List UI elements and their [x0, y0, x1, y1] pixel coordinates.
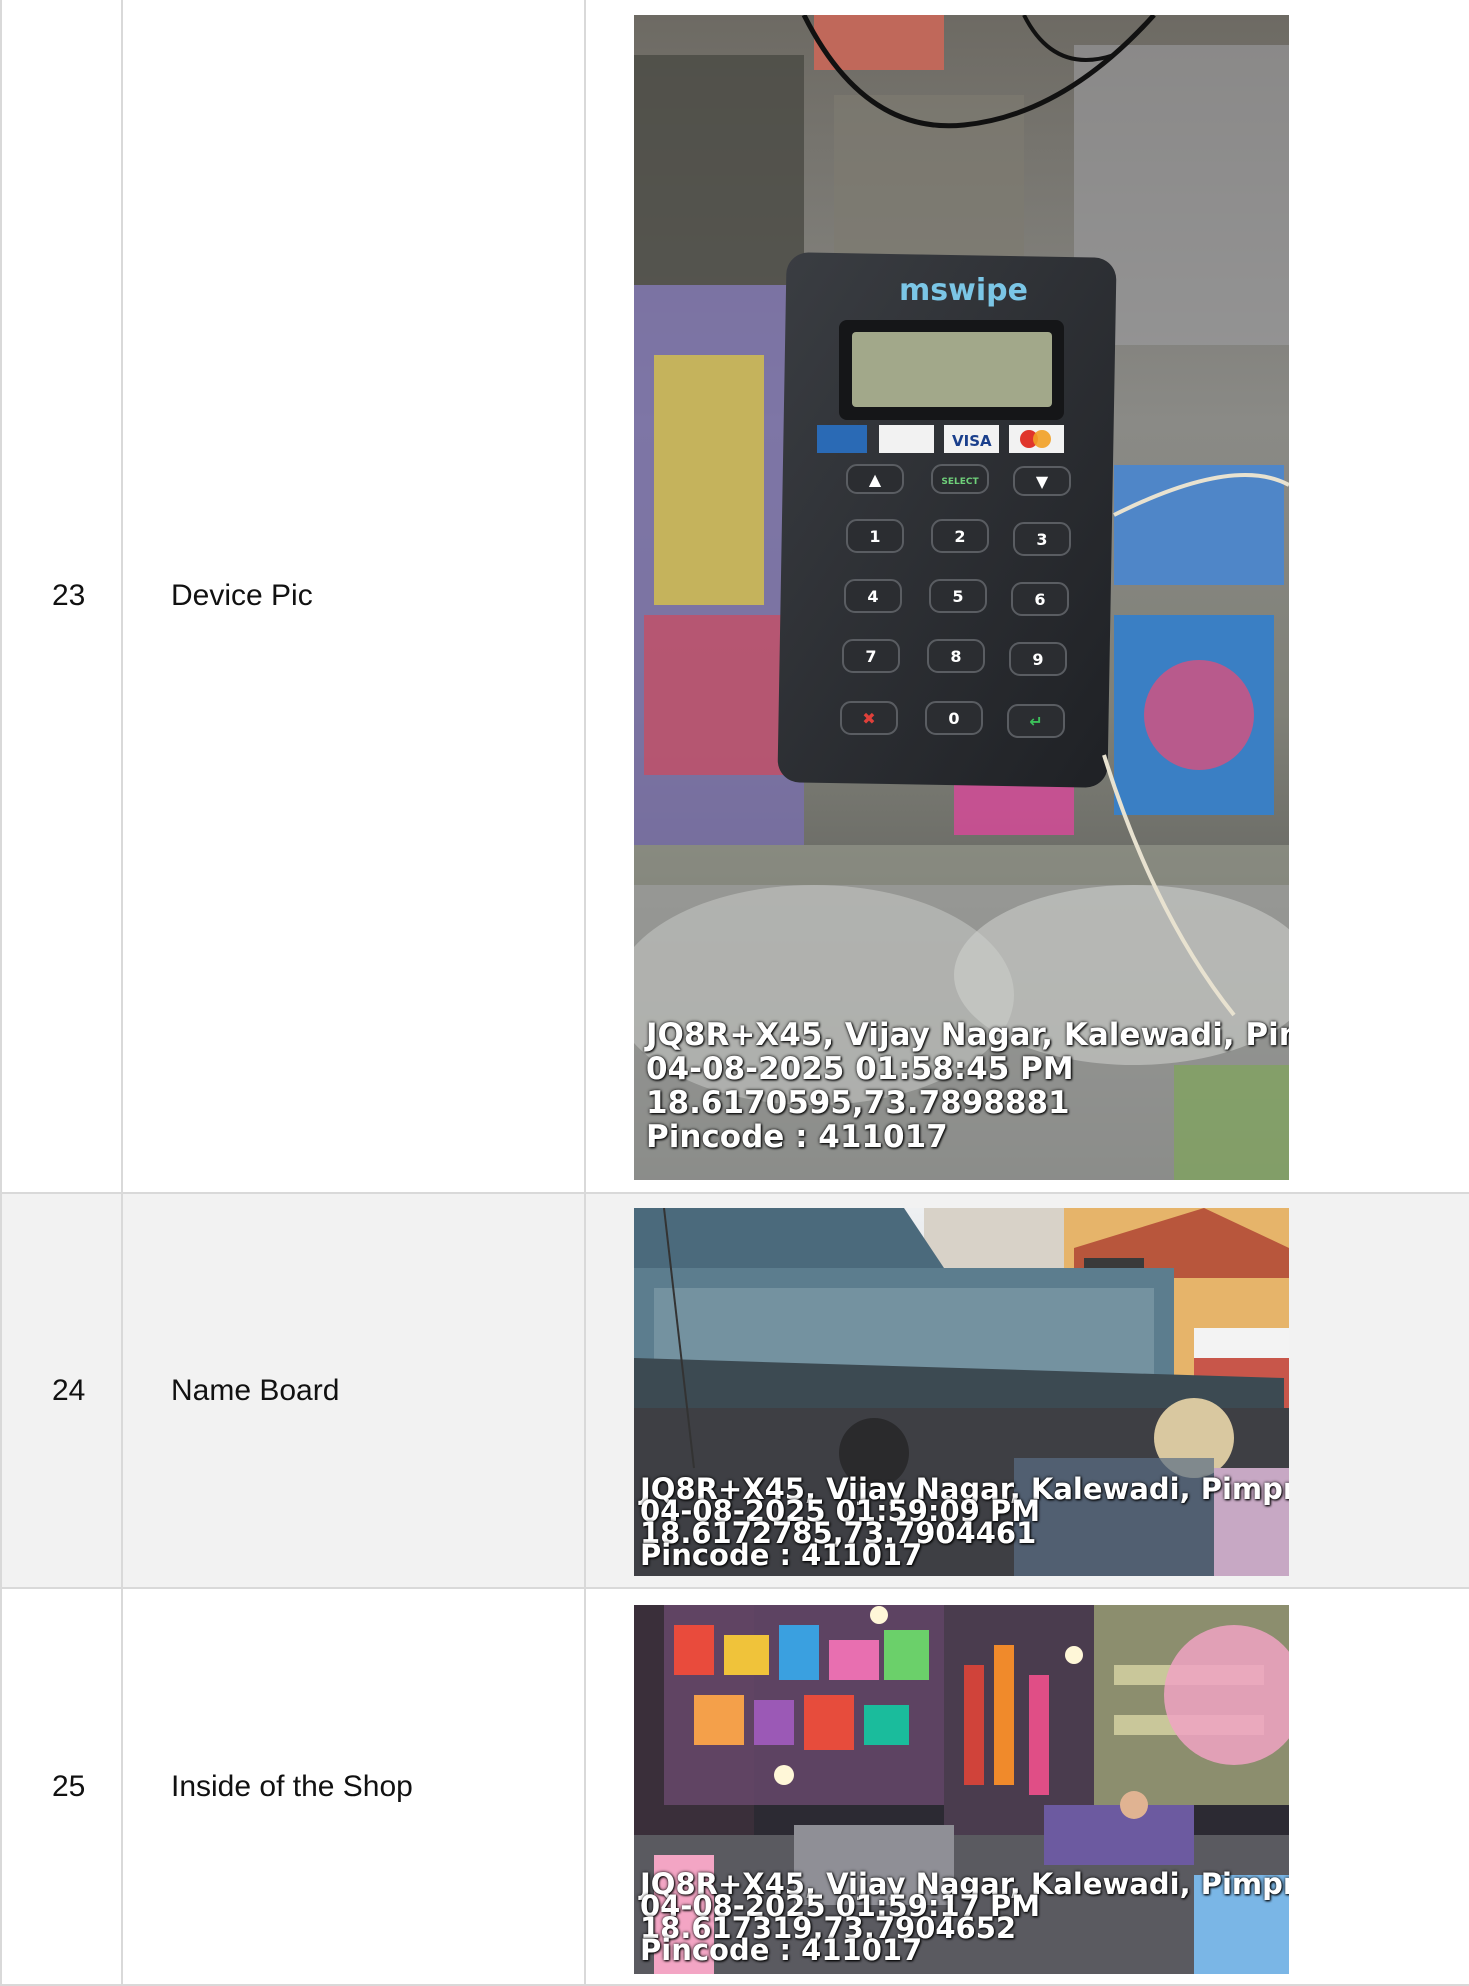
photo-cell: mswipe VISA ▲ SELECT ▼ 1 2 3 4 5 6 7 8 9…	[584, 0, 1469, 1194]
key-6: 6	[1034, 590, 1045, 609]
row-number: 25	[0, 1587, 123, 1986]
key-up: ▲	[869, 470, 882, 489]
stamp-address: JQ8R+X45, Vijay Nagar, Kalewadi, Pimpri-…	[646, 1017, 1289, 1053]
stamp-pincode: Pincode : 411017	[646, 1119, 948, 1155]
shop-interior-photo: JQ8R+X45, Vijay Nagar, Kalewadi, Pimpri-…	[634, 1605, 1289, 1974]
device-brand: mswipe	[899, 273, 1028, 308]
key-down: ▼	[1036, 472, 1049, 491]
key-cancel: ✖	[862, 709, 875, 728]
key-8: 8	[950, 647, 961, 666]
key-7: 7	[865, 647, 876, 666]
table-row: 23 Device Pic mswipe VISA ▲ SELECT ▼ 1 2…	[0, 0, 1469, 1194]
photo-cell: JQ8R+X45, Vijay Nagar, Kalewadi, Pimpri-…	[584, 1587, 1469, 1986]
stamp-coordinates: 18.6170595,73.7898881	[646, 1085, 1070, 1121]
key-3: 3	[1036, 530, 1047, 549]
svg-text:VISA: VISA	[952, 432, 992, 450]
key-select: SELECT	[941, 477, 979, 487]
row-number: 23	[0, 0, 123, 1194]
key-9: 9	[1032, 650, 1043, 669]
device-photo-art: mswipe VISA ▲ SELECT ▼ 1 2 3 4 5 6 7 8 9…	[634, 15, 1289, 1180]
key-4: 4	[867, 587, 878, 606]
document-table: 23 Device Pic mswipe VISA ▲ SELECT ▼ 1 2…	[0, 0, 1469, 1986]
key-5: 5	[952, 587, 963, 606]
field-label: Inside of the Shop	[121, 1587, 586, 1986]
key-0: 0	[948, 709, 959, 728]
geotag-stamp: JQ8R+X45, Vijay Nagar, Kalewadi, Pimpri-…	[640, 1870, 1289, 1965]
device-photo: mswipe VISA ▲ SELECT ▼ 1 2 3 4 5 6 7 8 9…	[634, 15, 1289, 1180]
stamp-datetime: 04-08-2025 01:58:45 PM	[646, 1051, 1074, 1087]
key-enter: ↵	[1029, 712, 1042, 731]
geotag-stamp: JQ8R+X45, Vijay Nagar, Kalewadi, Pimpri-…	[646, 1018, 1289, 1154]
field-label: Name Board	[121, 1192, 586, 1589]
photo-cell: JQ8R+X45, Vijay Nagar, Kalewadi, Pimpri-…	[584, 1192, 1469, 1589]
geotag-stamp: JQ8R+X45, Vijay Nagar, Kalewadi, Pimpri-…	[640, 1475, 1289, 1570]
key-2: 2	[954, 527, 965, 546]
row-number: 24	[0, 1192, 123, 1589]
table-row: 24 Name Board JQ8R+X45, Vijay Nagar, Kal…	[0, 1192, 1469, 1589]
key-1: 1	[869, 527, 880, 546]
field-label: Device Pic	[121, 0, 586, 1194]
table-row: 25 Inside of the Shop JQ8R+X45, Vijay Na…	[0, 1587, 1469, 1986]
name-board-photo: JQ8R+X45, Vijay Nagar, Kalewadi, Pimpri-…	[634, 1208, 1289, 1576]
